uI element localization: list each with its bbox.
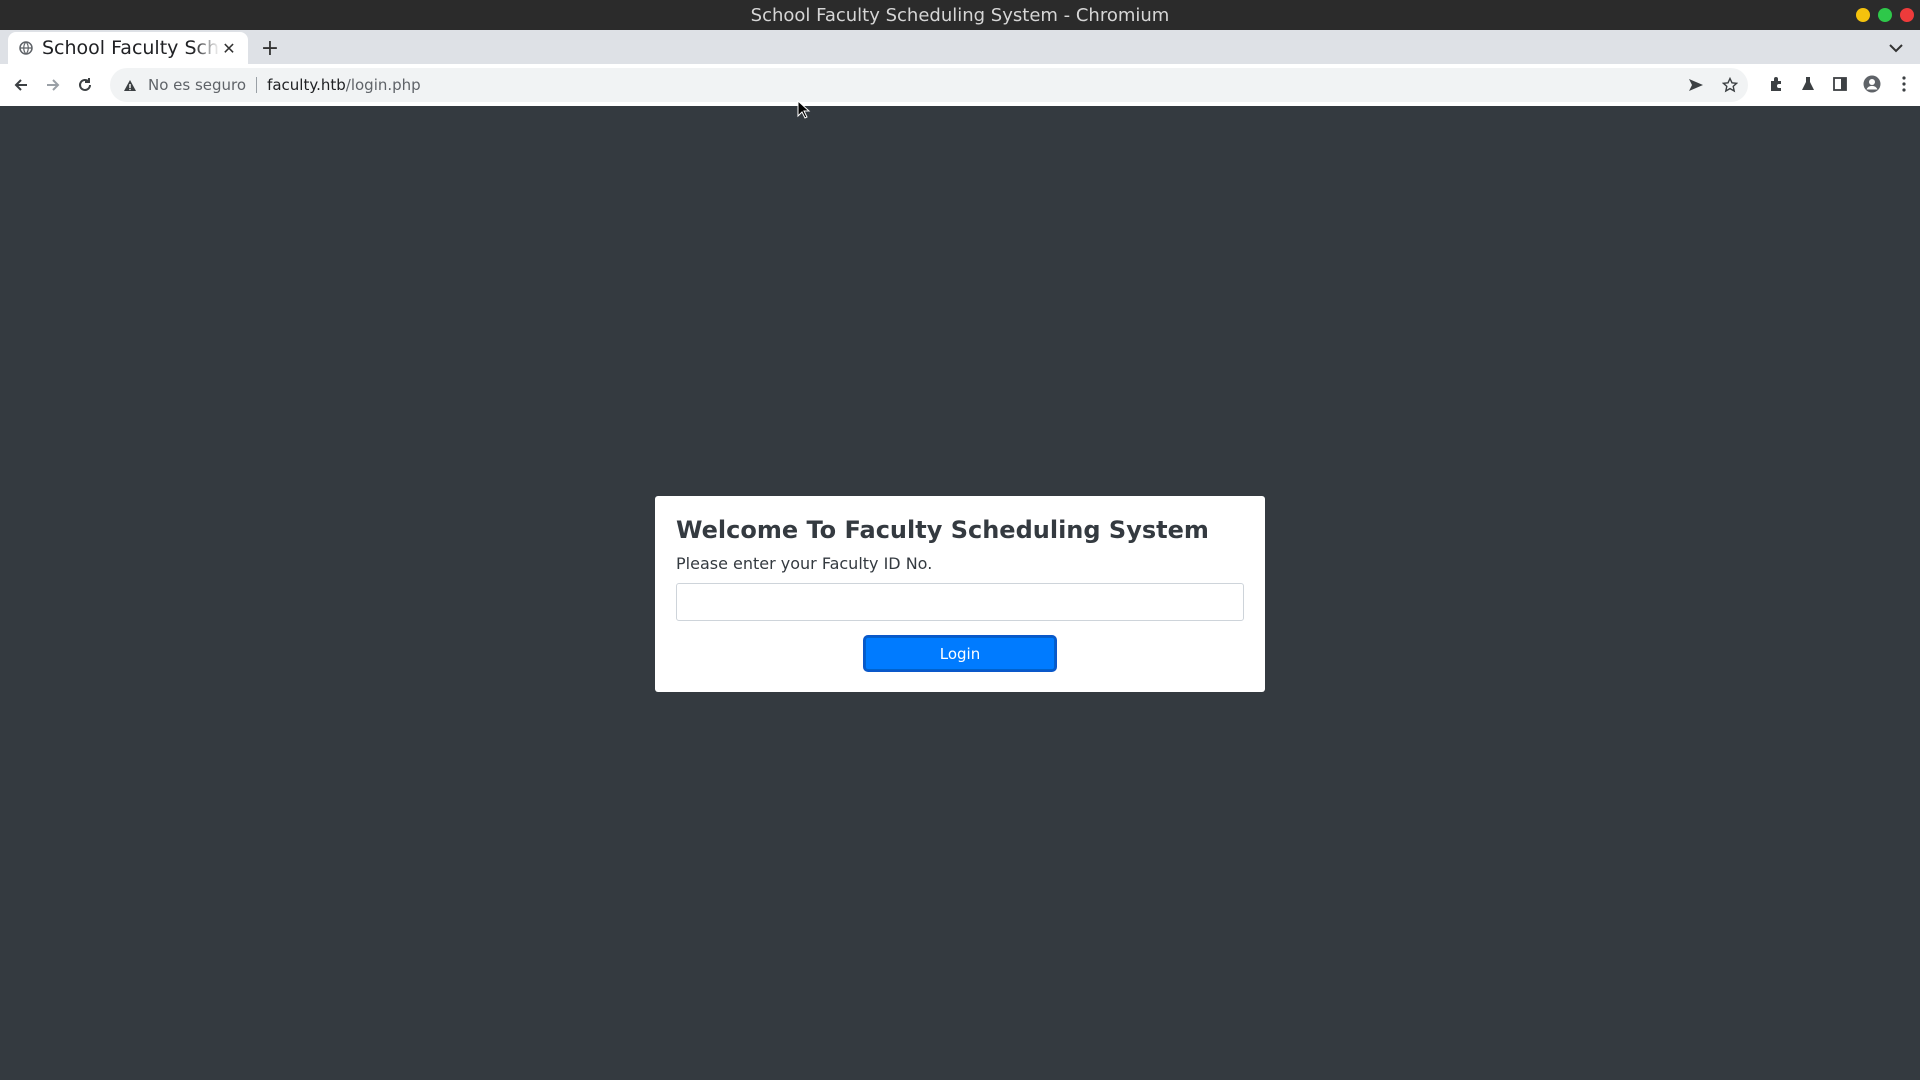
- window-controls: [1856, 8, 1914, 22]
- close-window-button[interactable]: [1900, 8, 1914, 22]
- mouse-cursor-icon: [797, 100, 811, 119]
- login-button-wrap: Login: [676, 637, 1244, 670]
- bookmark-star-icon[interactable]: [1720, 75, 1740, 95]
- tab-search-button[interactable]: [1886, 38, 1906, 58]
- tab-school-faculty[interactable]: School Faculty Scheduling System ✕: [8, 32, 248, 64]
- url-path: /login.php: [345, 76, 421, 94]
- tab-title: School Faculty Scheduling System: [42, 37, 220, 59]
- back-button[interactable]: [10, 74, 32, 96]
- tab-strip: School Faculty Scheduling System ✕ +: [0, 30, 1920, 64]
- address-bar[interactable]: No es seguro faculty.htb/login.php: [110, 68, 1748, 102]
- reload-icon: [79, 78, 91, 91]
- forward-button[interactable]: [42, 74, 64, 96]
- browser-toolbar: No es seguro faculty.htb/login.php: [0, 64, 1920, 106]
- faculty-id-label: Please enter your Faculty ID No.: [676, 554, 933, 573]
- new-tab-button[interactable]: +: [258, 36, 282, 61]
- tab-close-icon[interactable]: ✕: [220, 39, 238, 58]
- url-text[interactable]: faculty.htb/login.php: [267, 76, 421, 94]
- address-bar-actions: [1686, 75, 1740, 95]
- more-menu-icon[interactable]: [1894, 74, 1914, 94]
- warning-icon[interactable]: [122, 77, 138, 93]
- toolbar-right-actions: [1766, 74, 1914, 94]
- maximize-button[interactable]: [1878, 8, 1892, 22]
- login-card: Welcome To Faculty Scheduling System Ple…: [655, 496, 1265, 692]
- labs-flask-icon[interactable]: [1798, 74, 1818, 94]
- minimize-button[interactable]: [1856, 8, 1870, 22]
- url-host: faculty.htb: [267, 76, 346, 94]
- faculty-id-input[interactable]: [676, 583, 1244, 621]
- address-separator: [256, 77, 258, 93]
- profile-avatar-icon[interactable]: [1862, 74, 1882, 94]
- side-panel-icon[interactable]: [1830, 74, 1850, 94]
- window-title: School Faculty Scheduling System - Chrom…: [750, 4, 1170, 26]
- globe-icon: [18, 40, 34, 56]
- chevron-down-icon: [1889, 44, 1903, 53]
- extensions-puzzle-icon[interactable]: [1766, 74, 1786, 94]
- forward-arrow-icon: [47, 79, 60, 91]
- send-icon[interactable]: [1686, 75, 1706, 95]
- login-button[interactable]: Login: [865, 637, 1055, 670]
- reload-button[interactable]: [74, 74, 96, 96]
- page-content: Welcome To Faculty Scheduling System Ple…: [0, 110, 1920, 1080]
- back-arrow-icon: [14, 79, 27, 91]
- login-heading: Welcome To Faculty Scheduling System: [676, 516, 1209, 544]
- security-status-text[interactable]: No es seguro: [148, 76, 246, 94]
- window-titlebar: School Faculty Scheduling System - Chrom…: [0, 0, 1920, 30]
